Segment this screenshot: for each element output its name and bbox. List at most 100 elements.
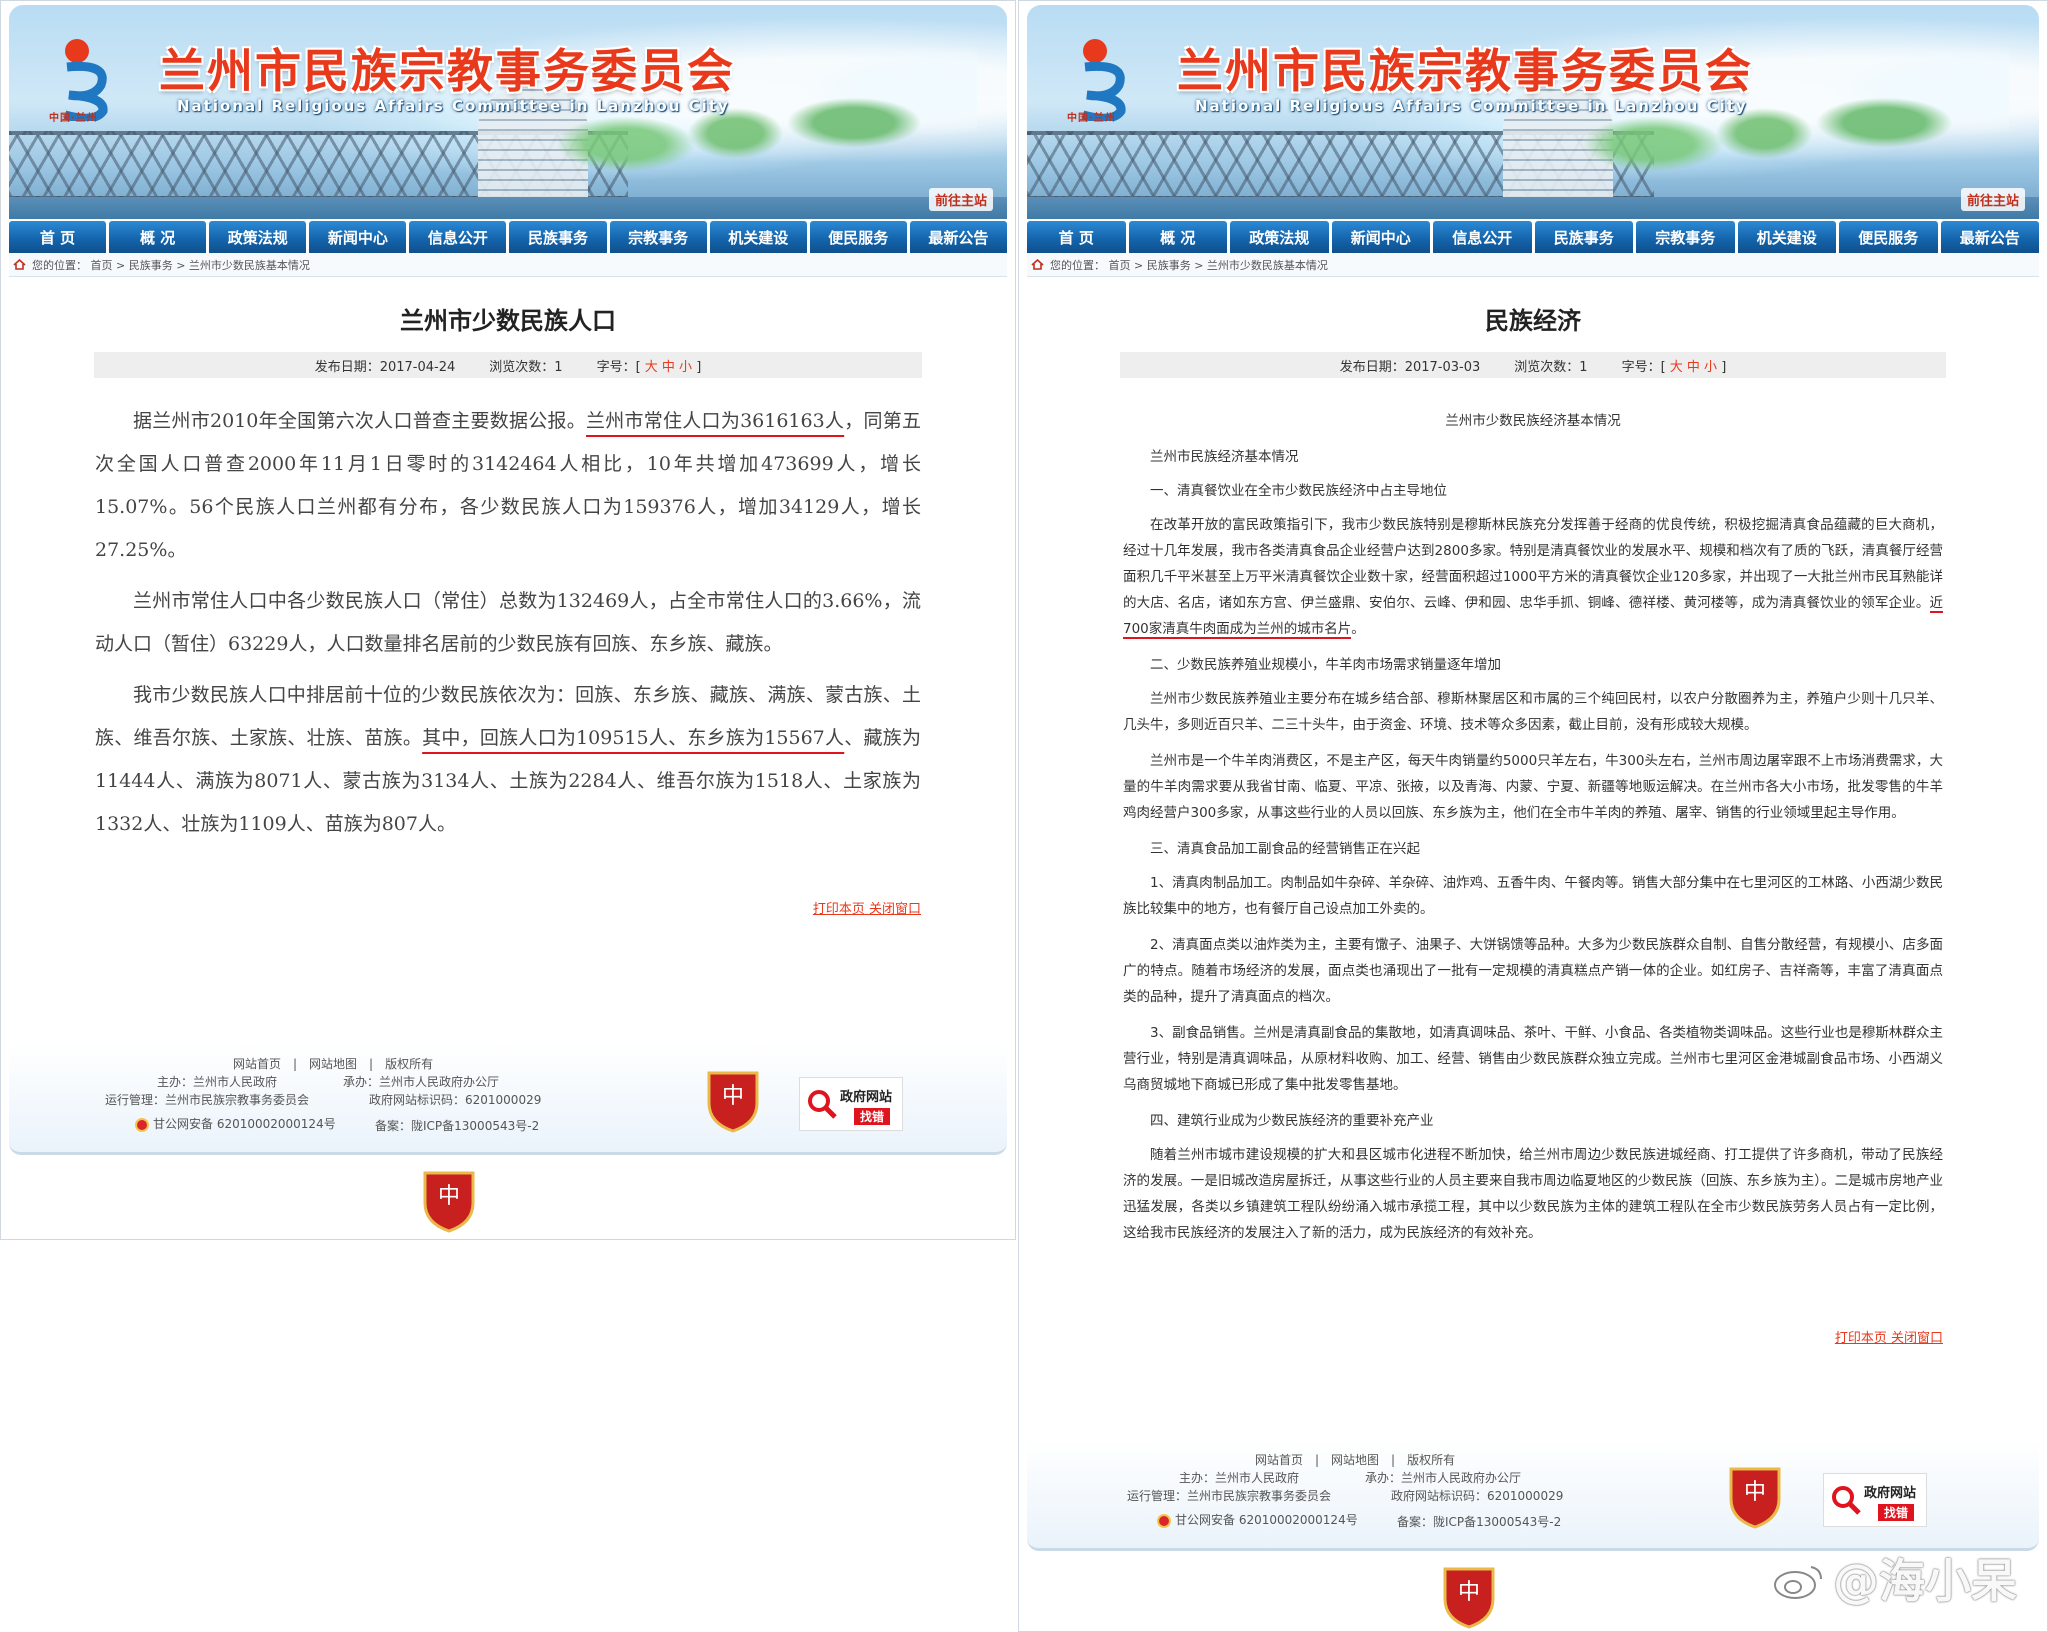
nav-item-overview[interactable]: 概 况 <box>109 221 207 253</box>
nav-item-policy[interactable]: 政策法规 <box>1230 221 1329 253</box>
footer-police-record: 甘公网安备 62010002000124号 <box>1157 1511 1358 1528</box>
paragraph-top-ten: 我市少数民族人口中排居前十位的少数民族依次为：回族、东乡族、藏族、满族、蒙古族、… <box>95 674 921 846</box>
site-subtitle: National Religious Affairs Committee in … <box>1195 97 1748 115</box>
gov-site-error-badge[interactable]: 政府网站 找错 <box>799 1077 903 1131</box>
text-segment: 在改革开放的富民政策指引下，我市少数民族特别是穆斯林民族充分发挥善于经商的优良传… <box>1123 517 1943 611</box>
nav-item-news[interactable]: 新闻中心 <box>1331 221 1430 253</box>
right-page-screenshot: 中国·兰州 兰州市民族宗教事务委员会 National Religious Af… <box>1018 0 2048 1632</box>
watermark: @海小呆 <box>1833 1554 2017 1608</box>
gov-badge-action: 找错 <box>1878 1504 1915 1521</box>
footer-sponsor: 主办：兰州市人民政府 <box>157 1075 278 1089</box>
nav-item-religious-affairs[interactable]: 宗教事务 <box>609 221 707 253</box>
text-segment: 。 <box>1351 621 1365 637</box>
nav-item-home[interactable]: 首 页 <box>9 221 107 253</box>
left-page-screenshot: 中国·兰州 兰州市民族宗教事务委员会 National Religious Af… <box>0 0 1016 1240</box>
gov-badge-action: 找错 <box>854 1108 891 1125</box>
magnifier-icon <box>1832 1486 1861 1515</box>
nav-item-policy[interactable]: 政策法规 <box>209 221 307 253</box>
police-record-text: 甘公网安备 62010002000124号 <box>1175 1513 1358 1527</box>
footer-site-code: 政府网站标识码：6201000029 <box>369 1093 542 1107</box>
svg-text:中: 中 <box>1744 1480 1766 1505</box>
publish-date: 发布日期：2017-04-24 <box>314 359 456 375</box>
section-3-paragraph-3: 3、副食品销售。兰州是清真副食品的集散地，如清真调味品、茶叶、干鲜、小食品、各类… <box>1123 1025 1943 1093</box>
nav-item-news[interactable]: 新闻中心 <box>309 221 407 253</box>
nav-item-ethnic-affairs[interactable]: 民族事务 <box>1534 221 1633 253</box>
nav-item-announcements[interactable]: 最新公告 <box>909 221 1007 253</box>
paragraph-population: 据兰州市2010年全国第六次人口普查主要数据公报。兰州市常住人口为3616163… <box>95 400 921 572</box>
site-subtitle: National Religious Affairs Committee in … <box>177 97 730 115</box>
footer-undertaker: 承办：兰州市人民政府办公厅 <box>1365 1471 1522 1485</box>
party-gov-shield-icon[interactable]: 中 <box>1727 1463 1783 1529</box>
footer-police-record: 甘公网安备 62010002000124号 <box>135 1115 336 1132</box>
section-3-paragraph-1: 1、清真肉制品加工。肉制品如牛杂碎、羊杂碎、油炸鸡、五香牛肉、午餐肉等。销售大部… <box>1123 875 1943 917</box>
police-badge-icon <box>1157 1513 1171 1528</box>
text-segment: 据兰州市2010年全国第六次人口普查主要数据公报。 <box>133 410 587 432</box>
nav-item-disclosure[interactable]: 信息公开 <box>409 221 507 253</box>
logo-caption: 中国·兰州 <box>49 113 98 124</box>
nav-item-disclosure[interactable]: 信息公开 <box>1433 221 1532 253</box>
footer: 网站首页 | 网站地图 | 版权所有 主办：兰州市人民政府 承办：兰州市人民政府… <box>1027 1439 2039 1551</box>
site-banner: 中国·兰州 兰州市民族宗教事务委员会 National Religious Af… <box>1027 5 2039 219</box>
party-gov-shield-icon[interactable]: 中 <box>421 1167 477 1233</box>
article-body: 兰州市少数民族经济基本情况 兰州市民族经济基本情况 一、清真餐饮业在全市少数民族… <box>1123 408 1943 1352</box>
footer-site-code: 政府网站标识码：6201000029 <box>1391 1489 1564 1503</box>
nav-item-ethnic-affairs[interactable]: 民族事务 <box>509 221 607 253</box>
logo-caption: 中国·兰州 <box>1067 113 1116 124</box>
gov-badge-title: 政府网站 <box>840 1090 893 1105</box>
section-1-heading: 一、清真餐饮业在全市少数民族经济中占主导地位 <box>1150 483 1447 499</box>
article-meta: 发布日期：2017-04-24 浏览次数：1 字号：[ 大 中 小 ] <box>94 352 922 378</box>
footer-links[interactable]: 网站首页 | 网站地图 | 版权所有 <box>233 1055 433 1072</box>
text-segment: ，同第五次全国人口普查2000年11月1日零时的3142464人相比，10年共增… <box>95 410 921 561</box>
article-meta: 发布日期：2017-03-03 浏览次数：1 字号：[ 大 中 小 ] <box>1120 352 1946 378</box>
nav-item-organization[interactable]: 机关建设 <box>709 221 807 253</box>
river-illustration <box>9 197 1007 219</box>
party-gov-shield-icon[interactable]: 中 <box>705 1067 761 1133</box>
font-size-control: 字号：[ 大 中 小 ] <box>597 356 702 375</box>
goto-main-site-link[interactable]: 前往主站 <box>1960 188 2025 211</box>
party-gov-shield-icon[interactable]: 中 <box>1441 1563 1497 1629</box>
breadcrumb-text: 您的位置： 首页 > 民族事务 > 兰州市少数民族基本情况 <box>1050 258 1328 272</box>
nav-item-services[interactable]: 便民服务 <box>809 221 907 253</box>
nav-item-home[interactable]: 首 页 <box>1027 221 1126 253</box>
print-close-links[interactable]: 打印本页 关闭窗口 <box>95 900 921 920</box>
magnifier-icon <box>808 1090 837 1119</box>
police-record-text: 甘公网安备 62010002000124号 <box>153 1117 336 1131</box>
view-count: 浏览次数：1 <box>489 359 563 375</box>
paragraph-minority-total: 兰州市常住人口中各少数民族人口（常住）总数为132469人，占全市常住人口的3.… <box>95 590 921 655</box>
footer-sponsor: 主办：兰州市人民政府 <box>1179 1471 1300 1485</box>
home-icon <box>1031 259 1044 270</box>
svg-text:中: 中 <box>438 1184 460 1209</box>
police-badge-icon <box>135 1117 149 1132</box>
river-illustration <box>1027 197 2039 219</box>
print-close-links[interactable]: 打印本页 关闭窗口 <box>1123 1326 1943 1352</box>
underlined-resident-population: 兰州市常住人口为3616163人 <box>586 410 845 432</box>
section-2-heading: 二、少数民族养殖业规模小，牛羊肉市场需求销量逐年增加 <box>1150 657 1501 673</box>
font-size-label: 字号：[ <box>1621 359 1666 375</box>
article-subheading: 兰州市少数民族经济基本情况 <box>1445 413 1621 429</box>
section-3-heading: 三、清真食品加工副食品的经营销售正在兴起 <box>1150 841 1420 857</box>
site-logo-icon <box>63 39 108 121</box>
nav-item-religious-affairs[interactable]: 宗教事务 <box>1636 221 1735 253</box>
goto-main-site-link[interactable]: 前往主站 <box>928 188 993 211</box>
section-2-paragraph-1: 兰州市少数民族养殖业主要分布在城乡结合部、穆斯林聚居区和市属的三个纯回民村，以农… <box>1123 691 1943 733</box>
section-intro-heading: 兰州市民族经济基本情况 <box>1150 449 1299 465</box>
footer-operator: 运行管理：兰州市民族宗教事务委员会 <box>105 1093 310 1107</box>
view-count: 浏览次数：1 <box>1514 359 1588 375</box>
nav-item-services[interactable]: 便民服务 <box>1839 221 1938 253</box>
font-size-options[interactable]: 大 中 小 <box>645 360 692 375</box>
gov-site-error-badge[interactable]: 政府网站 找错 <box>1823 1473 1927 1527</box>
section-2-paragraph-2: 兰州市是一个牛羊肉消费区，不是主产区，每天牛肉销量约5000只羊左右，牛300头… <box>1123 753 1943 821</box>
site-title: 兰州市民族宗教事务委员会 <box>1177 44 1753 98</box>
underlined-hui-dongxiang: 其中，回族人口为109515人、东乡族为15567人 <box>422 727 845 749</box>
nav-item-announcements[interactable]: 最新公告 <box>1940 221 2039 253</box>
article-title: 兰州市少数民族人口 <box>400 307 616 335</box>
nav-item-overview[interactable]: 概 况 <box>1128 221 1227 253</box>
footer: 网站首页 | 网站地图 | 版权所有 主办：兰州市人民政府 承办：兰州市人民政府… <box>9 1043 1007 1155</box>
nav-item-organization[interactable]: 机关建设 <box>1737 221 1836 253</box>
font-size-bracket: ] <box>1721 359 1727 375</box>
font-size-options[interactable]: 大 中 小 <box>1670 360 1717 375</box>
footer-links[interactable]: 网站首页 | 网站地图 | 版权所有 <box>1255 1451 1455 1468</box>
footer-undertaker: 承办：兰州市人民政府办公厅 <box>343 1075 500 1089</box>
weibo-logo-icon <box>1774 1566 1822 1599</box>
publish-date: 发布日期：2017-03-03 <box>1339 359 1481 375</box>
